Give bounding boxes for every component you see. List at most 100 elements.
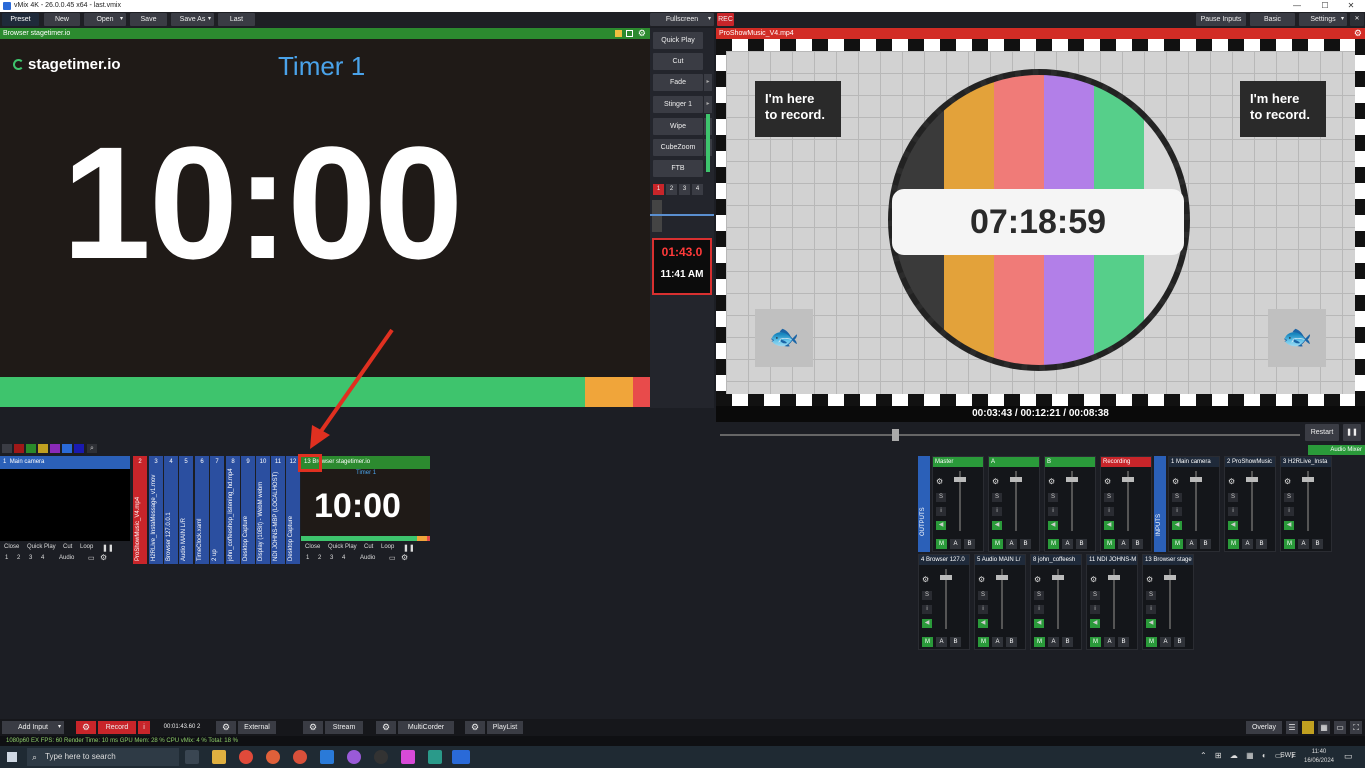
github-icon[interactable]: [374, 750, 388, 764]
input-1-cut[interactable]: Cut: [63, 544, 72, 550]
mixer-bus-a-button[interactable]: A: [1298, 539, 1309, 549]
mixer-strip-in2-2[interactable]: 8 john_coffeesh ⚙ Si ◀ M A B: [1030, 554, 1082, 650]
input-tab-4[interactable]: 4 Browser 127.0.0.1: [164, 456, 178, 564]
basic-button[interactable]: Basic: [1250, 13, 1295, 26]
mixer-bus-b-button[interactable]: B: [1256, 539, 1267, 549]
wipe-button[interactable]: Wipe: [653, 118, 703, 135]
input-card-13[interactable]: 13 Browser stagetimer.io Timer 1 10:00 C…: [301, 456, 430, 564]
mixer-gear-icon[interactable]: ⚙: [1048, 477, 1057, 486]
seek-track[interactable]: [720, 434, 1300, 436]
mixer-input-info-icon[interactable]: i: [1146, 605, 1156, 614]
task-view-icon[interactable]: [185, 750, 199, 764]
mixer-volume-icon[interactable]: ◀: [922, 619, 932, 628]
external-gear-icon[interactable]: ⚙: [216, 721, 236, 734]
seek-handle[interactable]: [892, 429, 899, 441]
mixer-gear-icon[interactable]: ⚙: [1172, 477, 1181, 486]
multicorder-gear-icon[interactable]: ⚙: [376, 721, 396, 734]
record-info-icon[interactable]: i: [138, 721, 150, 734]
mixer-bus-a-button[interactable]: A: [950, 539, 961, 549]
mixer-input-info-icon[interactable]: i: [1090, 605, 1100, 614]
mixer-input-info-icon[interactable]: i: [992, 507, 1002, 516]
mixer-fader-knob[interactable]: [1190, 477, 1202, 482]
mixer-bus-b-button[interactable]: B: [1020, 539, 1031, 549]
mixer-input-info-icon[interactable]: i: [922, 605, 932, 614]
settings-dropdown-icon[interactable]: ▾: [1341, 13, 1344, 26]
menu-icon[interactable]: ☰: [1286, 721, 1298, 734]
mixer-solo-button[interactable]: S: [1090, 591, 1100, 600]
input-13-cut[interactable]: Cut: [364, 544, 373, 550]
file-explorer-icon[interactable]: [212, 750, 226, 764]
input-tab-9[interactable]: 9 Desktop Capture: [241, 456, 255, 564]
mixer-bus-m-button[interactable]: M: [1090, 637, 1101, 647]
mixer-volume-icon[interactable]: ◀: [1172, 521, 1182, 530]
mixer-bus-b-button[interactable]: B: [1076, 539, 1087, 549]
input-1-close[interactable]: Close: [4, 544, 19, 550]
cut-button[interactable]: Cut: [653, 53, 703, 70]
transition-number-2[interactable]: 2: [666, 184, 677, 195]
mixer-solo-button[interactable]: S: [1104, 493, 1114, 502]
mixer-fader-knob[interactable]: [940, 575, 952, 580]
input-tab-3[interactable]: 3 H2RLive_InstaMessage_v1.mov: [149, 456, 163, 564]
external-button[interactable]: External: [238, 721, 276, 734]
preview-gear-icon[interactable]: ⚙: [638, 28, 646, 39]
output-monitor[interactable]: I'm here to record. I'm here to record. 🐟 …: [716, 39, 1365, 406]
window-close-button[interactable]: ✕: [1340, 0, 1362, 12]
mixer-bus-b-button[interactable]: B: [1006, 637, 1017, 647]
color-filter-all[interactable]: [2, 444, 12, 453]
input-1-monitor-icon[interactable]: ▭: [88, 554, 95, 562]
mixer-bus-m-button[interactable]: M: [1048, 539, 1059, 549]
chrome-alt-icon[interactable]: [293, 750, 307, 764]
mixer-bus-a-button[interactable]: A: [1062, 539, 1073, 549]
mixer-gear-icon[interactable]: ⚙: [936, 477, 945, 486]
input-13-pause-icon[interactable]: ❚❚: [403, 544, 415, 552]
overlay-button[interactable]: Overlay: [1246, 721, 1282, 734]
add-input-button[interactable]: Add Input ▾: [2, 721, 64, 734]
window-maximize-button[interactable]: ☐: [1314, 0, 1336, 12]
mixer-gear-icon[interactable]: ⚙: [922, 575, 931, 584]
color-filter-green[interactable]: [26, 444, 36, 453]
save-as-dropdown-icon[interactable]: ▾: [208, 13, 211, 26]
mixer-gear-icon[interactable]: ⚙: [978, 575, 987, 584]
mixer-solo-button[interactable]: S: [936, 493, 946, 502]
mixer-bus-m-button[interactable]: M: [1034, 637, 1045, 647]
mixer-gear-icon[interactable]: ⚙: [1034, 575, 1043, 584]
input-1-pause-icon[interactable]: ❚❚: [102, 544, 114, 552]
input-tab-10[interactable]: 10 Display (10Bit) - WebM webm: [256, 456, 270, 564]
quick-play-button[interactable]: Quick Play: [653, 32, 703, 49]
mixer-volume-icon[interactable]: ◀: [1146, 619, 1156, 628]
app-purple-icon[interactable]: [347, 750, 361, 764]
mixer-bus-a-button[interactable]: A: [1118, 539, 1129, 549]
preview-list-icon[interactable]: [626, 30, 633, 37]
mixer-input-info-icon[interactable]: i: [1284, 507, 1294, 516]
mixer-fader-knob[interactable]: [1052, 575, 1064, 580]
mixer-bus-m-button[interactable]: M: [992, 539, 1003, 549]
mixer-bus-m-button[interactable]: M: [1172, 539, 1183, 549]
mixer-input-info-icon[interactable]: i: [1034, 605, 1044, 614]
color-filter-blue[interactable]: [62, 444, 72, 453]
mixer-solo-button[interactable]: S: [992, 493, 1002, 502]
input-card-1[interactable]: 1 Main camera Close Quick Play Cut Loop …: [0, 456, 130, 564]
mixer-input-info-icon[interactable]: i: [1104, 507, 1114, 516]
stream-gear-icon[interactable]: ⚙: [303, 721, 323, 734]
vmix-taskbar-icon[interactable]: [452, 750, 470, 764]
input-tab-7[interactable]: 7 2 up: [210, 456, 224, 564]
pause-inputs-button[interactable]: Pause Inputs: [1196, 13, 1246, 26]
mixer-bus-a-button[interactable]: A: [936, 637, 947, 647]
mixer-strip-in2-4[interactable]: 13 Browser stage ⚙ Si ◀ M A B: [1142, 554, 1194, 650]
restart-button[interactable]: Restart: [1305, 424, 1339, 441]
mixer-strip-in2-1[interactable]: 5 Audio MAIN L/ ⚙ Si ◀ M A B: [974, 554, 1026, 650]
mixer-gear-icon[interactable]: ⚙: [1090, 575, 1099, 584]
open-dropdown-icon[interactable]: ▾: [120, 13, 123, 26]
output-gear-icon[interactable]: ⚙: [1354, 28, 1362, 39]
mixer-input-info-icon[interactable]: i: [978, 605, 988, 614]
mixer-bus-m-button[interactable]: M: [1284, 539, 1295, 549]
tray-clock[interactable]: 11:40 16/06/2024: [1300, 748, 1338, 766]
mixer-fader-knob[interactable]: [1164, 575, 1176, 580]
color-filter-red[interactable]: [14, 444, 24, 453]
mixer-strip-in2-0[interactable]: 4 Browser 127.0 ⚙ Si ◀ M A B: [918, 554, 970, 650]
grid-view-icon[interactable]: ▦: [1318, 721, 1330, 734]
color-filter-yellow[interactable]: [38, 444, 48, 453]
mixer-strip-in1-1[interactable]: 2 ProShowMusic ⚙ Si ◀ M A B: [1224, 456, 1276, 552]
mixer-solo-button[interactable]: S: [1172, 493, 1182, 502]
ftb-button[interactable]: FTB: [653, 160, 703, 177]
